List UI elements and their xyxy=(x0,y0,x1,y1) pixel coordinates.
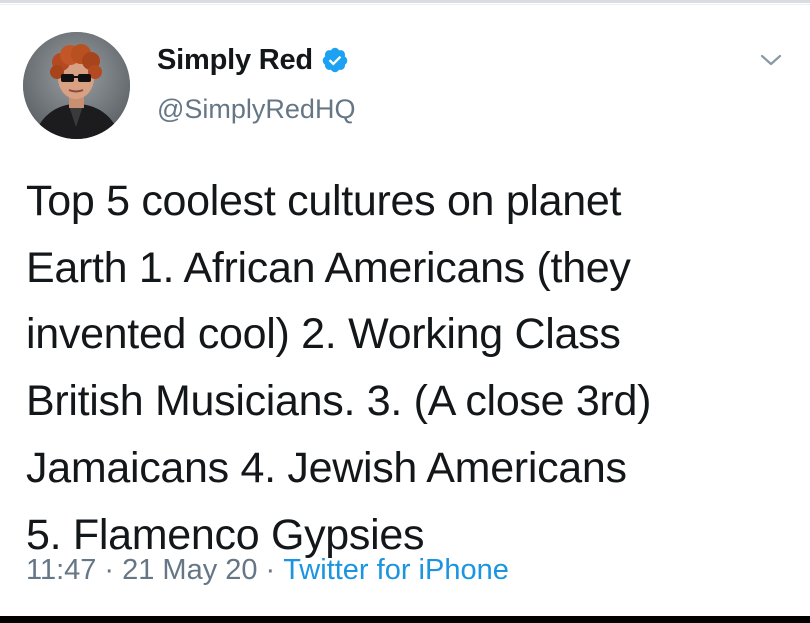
tweet-time[interactable]: 11:47 xyxy=(26,554,96,586)
bottom-bar xyxy=(0,616,810,623)
user-handle[interactable]: @SimplyRedHQ xyxy=(157,94,355,125)
tweet-card: Simply Red @SimplyRedHQ Top 5 coolest cu… xyxy=(0,0,810,616)
verified-badge-icon xyxy=(321,46,349,74)
profile-photo-icon xyxy=(23,32,130,139)
tweet-text: Top 5 coolest cultures on planet Earth 1… xyxy=(26,177,652,559)
display-name[interactable]: Simply Red xyxy=(157,44,313,77)
meta-separator: · xyxy=(265,554,276,586)
avatar[interactable] xyxy=(23,32,130,139)
meta-separator: · xyxy=(104,554,115,586)
tweet-date[interactable]: 21 May 20 xyxy=(122,554,257,586)
chevron-down-icon[interactable] xyxy=(758,50,784,70)
tweet-source-link[interactable]: Twitter for iPhone xyxy=(283,554,509,586)
tweet-meta: 11:47 · 21 May 20 · Twitter for iPhone xyxy=(26,554,509,587)
author-name-row[interactable]: Simply Red xyxy=(157,40,349,80)
